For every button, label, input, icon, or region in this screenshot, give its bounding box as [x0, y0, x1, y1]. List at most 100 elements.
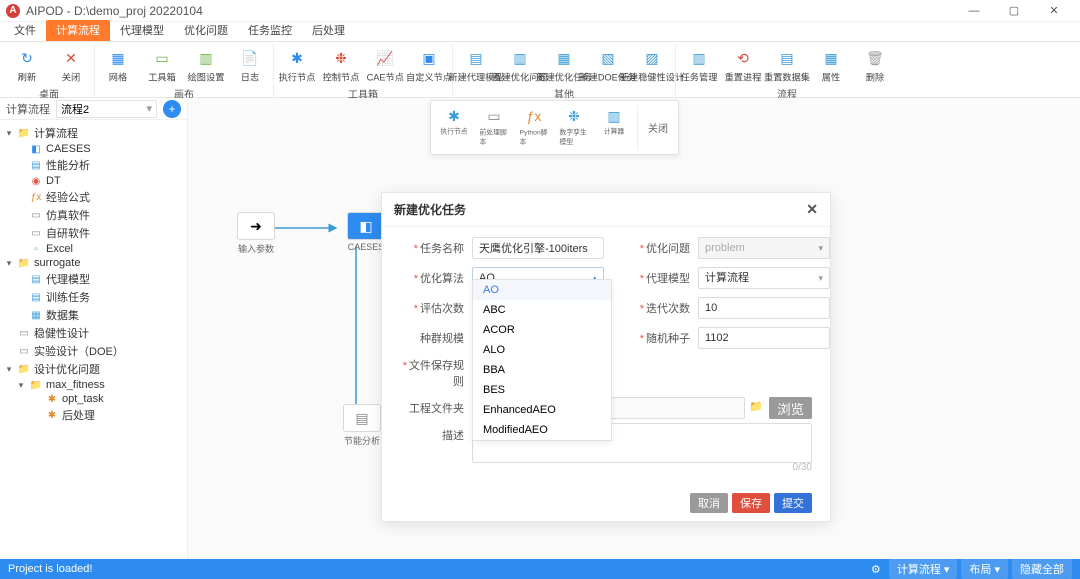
menu-tab-0[interactable]: 文件	[4, 20, 46, 41]
menu-tab-3[interactable]: 优化问题	[174, 20, 238, 41]
task-name-input[interactable]	[472, 237, 604, 259]
char-count: 0/30	[472, 462, 812, 473]
seed-input[interactable]	[698, 327, 830, 349]
tree-node-13[interactable]: ▭实验设计（DOE）	[2, 342, 185, 360]
tree-node-8[interactable]: ▾📁surrogate	[2, 256, 185, 270]
tree-node-10[interactable]: ▤训练任务	[2, 288, 185, 306]
menu-tab-1[interactable]: 计算流程	[46, 20, 110, 41]
cancel-button[interactable]: 取消	[690, 493, 728, 513]
algo-option-7[interactable]: ModifiedAEO	[473, 420, 611, 440]
tree-node-16[interactable]: ✱opt_task	[2, 392, 185, 406]
algo-option-0[interactable]: AO	[473, 280, 611, 300]
ribbon-item-3-4[interactable]: ▨新建稳健性设计	[631, 46, 673, 86]
maximize-button[interactable]: ▢	[994, 0, 1034, 22]
statusbar-btn-3[interactable]: 隐藏全部	[1012, 559, 1072, 579]
model-select[interactable]: 计算流程▾	[698, 267, 830, 289]
ribbon-item-4-0[interactable]: ▥任务管理	[678, 46, 720, 86]
statusbar-btn-2[interactable]: 布局 ▾	[961, 559, 1008, 579]
tree-node-11[interactable]: ▦数据集	[2, 306, 185, 324]
project-path: D:\demo_proj 20220104	[74, 4, 203, 18]
tree-node-6[interactable]: ▭自研软件	[2, 224, 185, 242]
algo-option-1[interactable]: ABC	[473, 300, 611, 320]
minimize-button[interactable]: —	[954, 0, 994, 22]
mini-icon: ▭	[484, 107, 504, 125]
submit-button[interactable]: 提交	[774, 493, 812, 513]
mini-tb-item-0[interactable]: ✱执行节点	[435, 105, 473, 150]
ribbon-icon: ❉	[331, 48, 351, 68]
tree-node-15[interactable]: ▾📁max_fitness	[2, 378, 185, 392]
statusbar-btn-1[interactable]: 计算流程 ▾	[889, 559, 958, 579]
ribbon-item-2-3[interactable]: ▣自定义节点	[408, 46, 450, 86]
algo-option-6[interactable]: EnhancedAEO	[473, 400, 611, 420]
ribbon-item-4-3[interactable]: ▦属性	[810, 46, 852, 86]
menu-tab-5[interactable]: 后处理	[302, 20, 355, 41]
mini-tb-item-3[interactable]: ❉数字孪生模型	[555, 105, 593, 150]
app-logo: A	[6, 4, 20, 18]
chevron-down-icon: ▾	[146, 102, 152, 115]
tree-node-7[interactable]: ▫Excel	[2, 242, 185, 256]
ribbon-item-1-3[interactable]: 📄日志	[229, 46, 271, 86]
algo-option-3[interactable]: ALO	[473, 340, 611, 360]
ribbon-item-1-1[interactable]: ▭工具箱	[141, 46, 183, 86]
ribbon-item-4-2[interactable]: ▤重置数据集	[766, 46, 808, 86]
menu-tab-2[interactable]: 代理模型	[110, 20, 174, 41]
mini-tb-item-2[interactable]: ƒxPython脚本	[515, 105, 553, 150]
workdir-label: 工程文件夹	[409, 403, 464, 415]
input-icon: ➜	[250, 218, 262, 235]
tree-icon: ▭	[17, 327, 31, 339]
tree-node-12[interactable]: ▭稳健性设计	[2, 324, 185, 342]
algo-option-2[interactable]: ACOR	[473, 320, 611, 340]
tree-icon: ✱	[45, 409, 59, 421]
save-button[interactable]: 保存	[732, 493, 770, 513]
ribbon-item-1-0[interactable]: ▦网格	[97, 46, 139, 86]
ribbon-item-0-0[interactable]: ↻刷新	[6, 46, 48, 86]
tree-icon: 📁	[17, 257, 31, 269]
ribbon-item-1-2[interactable]: ▥绘图设置	[185, 46, 227, 86]
ribbon-item-0-1[interactable]: ✕关闭	[50, 46, 92, 86]
mini-tb-item-1[interactable]: ▭前处理脚本	[475, 105, 513, 150]
ribbon-item-3-0[interactable]: ▤新建代理模型	[455, 46, 497, 86]
ribbon-icon: 🗑	[865, 48, 885, 68]
ribbon-item-4-1[interactable]: ⟲重置进程	[722, 46, 764, 86]
mini-icon: ❉	[564, 107, 584, 125]
tree-node-0[interactable]: ▾📁计算流程	[2, 124, 185, 142]
ribbon-icon: ▭	[152, 48, 172, 68]
tree-node-2[interactable]: ▤性能分析	[2, 156, 185, 174]
opt-problem-label: 优化问题	[646, 243, 690, 255]
flow-selector[interactable]: 流程2 ▾	[56, 100, 157, 118]
add-flow-button[interactable]: +	[163, 100, 181, 118]
mini-tb-item-4[interactable]: ▥计算器	[595, 105, 633, 150]
algo-option-5[interactable]: BES	[473, 380, 611, 400]
tree-node-3[interactable]: ◉DT	[2, 174, 185, 188]
ribbon-item-4-4[interactable]: 🗑删除	[854, 46, 896, 86]
ribbon-item-3-1[interactable]: ▥新建优化问题	[499, 46, 541, 86]
tree-node-9[interactable]: ▤代理模型	[2, 270, 185, 288]
algo-option-4[interactable]: BBA	[473, 360, 611, 380]
tree-node-5[interactable]: ▭仿真软件	[2, 206, 185, 224]
tree-node-4[interactable]: ƒx经验公式	[2, 188, 185, 206]
statusbar-btn-0[interactable]: ⚙	[867, 562, 885, 576]
dialog-close-button[interactable]: ✕	[806, 201, 818, 218]
ribbon-item-2-1[interactable]: ❉控制节点	[320, 46, 362, 86]
browse-button[interactable]: 浏览	[769, 397, 812, 419]
close-window-button[interactable]: ✕	[1034, 0, 1074, 22]
mini-tb-close[interactable]: 关闭	[642, 120, 674, 135]
ribbon-icon: ▤	[466, 48, 486, 68]
chevron-down-icon: ▾	[818, 268, 823, 288]
opt-problem-select[interactable]: problem▾	[698, 237, 830, 259]
ribbon-icon: 📈	[375, 48, 395, 68]
ribbon-icon: 📄	[240, 48, 260, 68]
tree-node-17[interactable]: ✱后处理	[2, 406, 185, 424]
menu-tab-4[interactable]: 任务监控	[238, 20, 302, 41]
iters-input[interactable]	[698, 297, 830, 319]
mini-icon: ▥	[604, 107, 624, 125]
tree-node-1[interactable]: ◧CAESES	[2, 142, 185, 156]
ribbon-item-2-2[interactable]: 📈CAE节点	[364, 46, 406, 86]
seed-label: 随机种子	[646, 333, 690, 345]
ribbon-item-2-0[interactable]: ✱执行节点	[276, 46, 318, 86]
floating-toolbar: ✱执行节点▭前处理脚本ƒxPython脚本❉数字孪生模型▥计算器关闭	[430, 100, 679, 155]
eval-label: 评估次数	[420, 303, 464, 315]
flow-node-input[interactable]: ➜ 输入参数	[228, 212, 284, 255]
mini-icon: ✱	[444, 107, 464, 125]
tree-node-14[interactable]: ▾📁设计优化问题	[2, 360, 185, 378]
